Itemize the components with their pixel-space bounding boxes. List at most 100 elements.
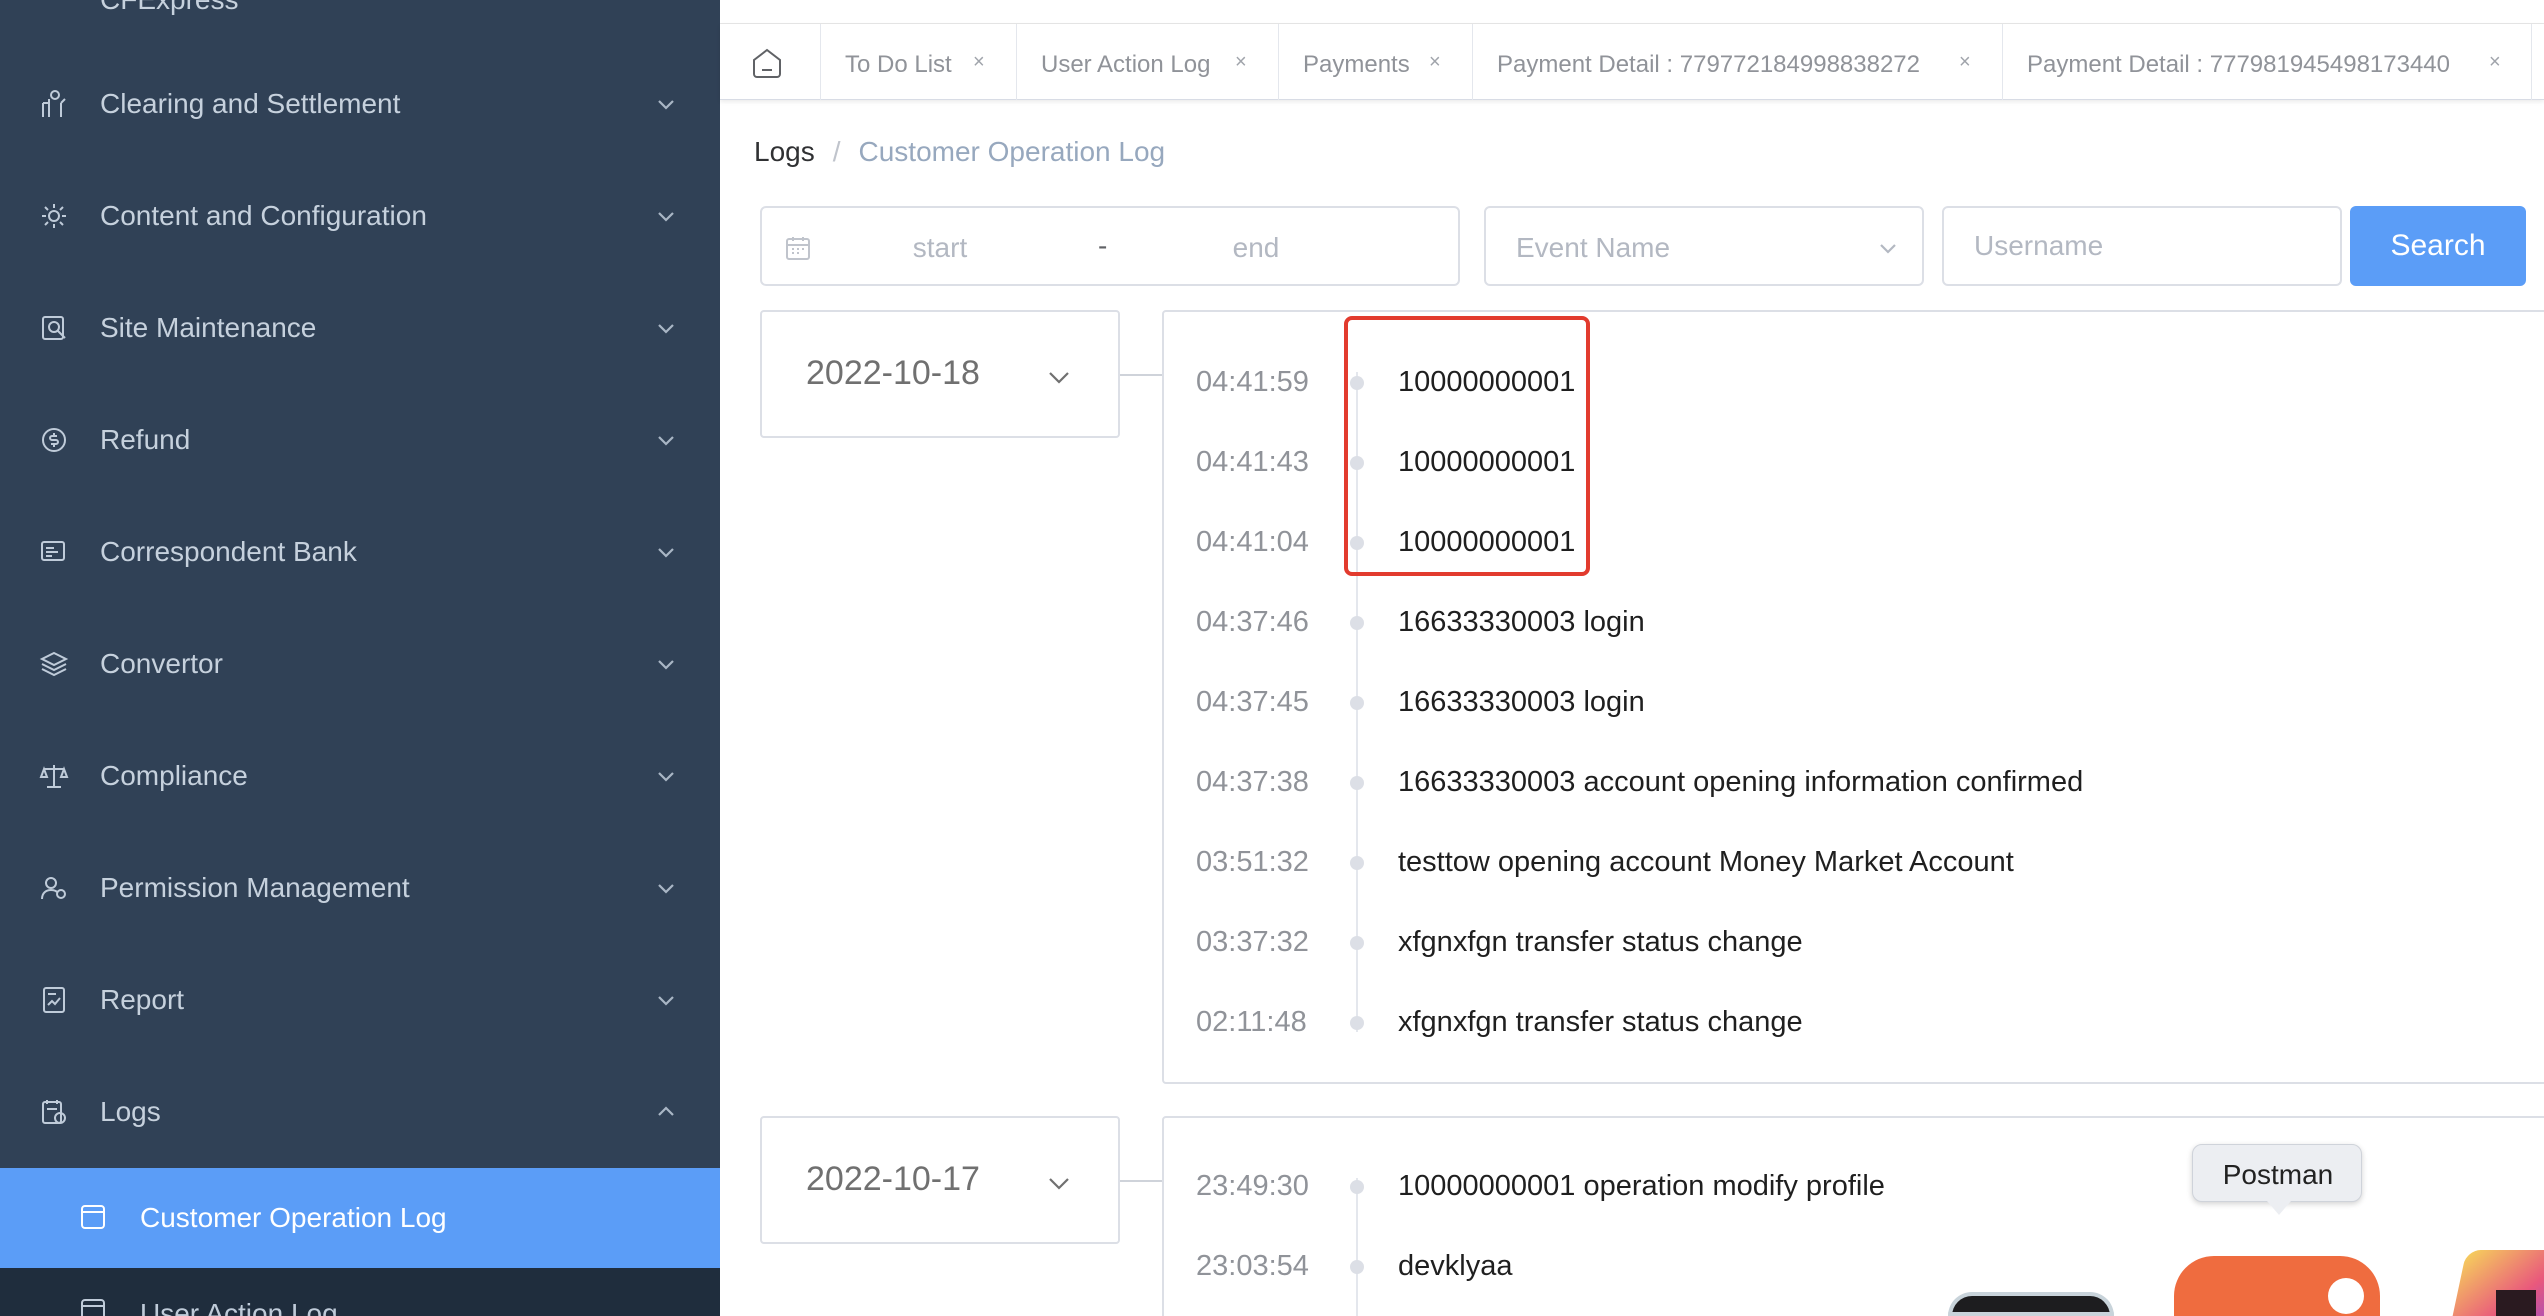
entry-time: 04:41:59 — [1196, 366, 1309, 398]
log-entry: 04:37:46 16633330003 login — [1164, 596, 2544, 646]
entry-text: 10000000001 operation modify profile — [1398, 1170, 1885, 1202]
close-icon[interactable]: × — [973, 51, 985, 74]
entry-time: 02:11:48 — [1196, 1006, 1307, 1038]
entry-time: 23:49:30 — [1196, 1170, 1309, 1202]
timeline-dot — [1350, 376, 1364, 390]
tab-to-do-list[interactable]: To Do List × — [820, 24, 1016, 100]
sidebar-item-refund[interactable]: Refund — [0, 384, 720, 496]
range-separator: - — [1098, 230, 1108, 261]
tab-user-action-log[interactable]: User Action Log × — [1016, 24, 1278, 100]
home-tab[interactable] — [720, 24, 820, 100]
breadcrumb-separator: / — [832, 136, 841, 167]
tab-label: To Do List — [845, 51, 952, 78]
sidebar-subitem-customer-operation-log[interactable]: Customer Operation Log — [0, 1168, 720, 1268]
timeline-dot — [1350, 856, 1364, 870]
main-content: To Do List × User Action Log × Payments … — [720, 0, 2544, 1316]
sidebar-item-site-maintenance[interactable]: Site Maintenance — [0, 272, 720, 384]
timeline-dot — [1350, 1260, 1364, 1274]
sidebar-item-label: Report — [100, 984, 185, 1015]
bank-icon — [38, 536, 70, 568]
username-input[interactable] — [1942, 206, 2342, 286]
sidebar-item-convertor[interactable]: Convertor — [0, 608, 720, 720]
log-entry: 04:37:38 16633330003 account opening info… — [1164, 756, 2544, 806]
group-connector — [1120, 374, 1164, 376]
sidebar-item-clearing[interactable]: Clearing and Settlement — [0, 48, 720, 160]
sidebar-item-label: Convertor — [100, 648, 223, 679]
permission-icon — [38, 872, 70, 904]
group-date: 2022-10-18 — [806, 354, 980, 392]
sidebar-subitem-user-action-log[interactable]: User Action Log — [0, 1268, 720, 1316]
sidebar-item-label: Refund — [100, 424, 191, 455]
chevron-down-icon — [654, 204, 678, 228]
breadcrumb-root[interactable]: Logs — [754, 136, 815, 167]
calendar-icon — [784, 234, 812, 262]
search-button[interactable]: Search — [2350, 206, 2526, 286]
chevron-down-icon — [654, 988, 678, 1012]
sidebar-item-label: Site Maintenance — [100, 312, 317, 343]
log-entries-panel: 04:41:59 10000000001 04:41:43 10000000001 … — [1162, 310, 2544, 1084]
date-group-toggle[interactable]: 2022-10-17 — [760, 1116, 1120, 1244]
breadcrumb: Logs / Customer Operation Log — [754, 136, 1165, 168]
close-icon[interactable]: × — [2489, 51, 2501, 74]
entry-text: 10000000001 — [1398, 446, 1576, 478]
scale-icon — [38, 760, 70, 792]
sidebar-item-content[interactable]: Content and Configuration — [0, 160, 720, 272]
timeline-dot — [1350, 1016, 1364, 1030]
group-connector — [1120, 1180, 1164, 1182]
tab-payments[interactable]: Payments × — [1278, 24, 1472, 100]
entry-text: 16633330003 account opening information … — [1398, 766, 2084, 798]
navbar-edge — [720, 0, 2544, 24]
log-entry: 04:37:45 16633330003 login — [1164, 676, 2544, 726]
sidebar-item-label: Correspondent Bank — [100, 536, 357, 567]
refund-icon — [38, 424, 70, 456]
gear-icon — [38, 200, 70, 232]
timeline-dot — [1350, 616, 1364, 630]
tab-label: Payments — [1303, 51, 1410, 78]
log-entry: 04:41:59 10000000001 — [1164, 356, 2544, 406]
chevron-down-icon — [654, 92, 678, 116]
entry-time: 04:41:43 — [1196, 446, 1309, 478]
entry-text: devklyaa — [1398, 1250, 1513, 1282]
sidebar-item-permission[interactable]: Permission Management — [0, 832, 720, 944]
date-group-toggle[interactable]: 2022-10-18 — [760, 310, 1120, 438]
entry-time: 04:41:04 — [1196, 526, 1309, 558]
entry-time: 04:37:38 — [1196, 766, 1309, 798]
chevron-down-icon — [654, 540, 678, 564]
timeline-dot — [1350, 536, 1364, 550]
chevron-up-icon — [654, 1100, 678, 1124]
close-icon[interactable]: × — [1959, 51, 1971, 74]
postman-app-icon[interactable] — [2174, 1256, 2380, 1316]
close-icon[interactable]: × — [1235, 51, 1247, 74]
group-date: 2022-10-17 — [806, 1160, 980, 1198]
sidebar-item-partial[interactable]: CFExpress — [0, 0, 720, 15]
tab-payment-detail-1[interactable]: Payment Detail : 779772184998838272 × — [1472, 24, 2002, 100]
sidebar-item-label: Content and Configuration — [100, 200, 427, 231]
tab-payment-detail-2[interactable]: Payment Detail : 777981945498173440 × — [2002, 24, 2532, 100]
logs-icon — [38, 1096, 70, 1128]
tab-label: Payment Detail : 779772184998838272 — [1497, 51, 1920, 78]
event-name-placeholder: Event Name — [1516, 232, 1671, 263]
log-entry: 04:41:43 10000000001 — [1164, 436, 2544, 486]
start-date-input[interactable]: start — [842, 232, 1038, 264]
event-name-select[interactable]: Event Name — [1484, 206, 1924, 286]
dock-app-icon[interactable] — [1948, 1292, 2114, 1316]
chevron-down-icon — [654, 428, 678, 452]
entry-text: xfgnxfgn transfer status change — [1398, 1006, 1803, 1038]
date-range-picker[interactable]: start - end — [760, 206, 1460, 286]
sidebar-item-correspondent-bank[interactable]: Correspondent Bank — [0, 496, 720, 608]
entry-time: 04:37:45 — [1196, 686, 1309, 718]
postman-logo-icon — [2328, 1278, 2364, 1314]
log-entry: 04:41:04 10000000001 — [1164, 516, 2544, 566]
sidebar-item-compliance[interactable]: Compliance — [0, 720, 720, 832]
entry-time: 23:03:54 — [1196, 1250, 1309, 1282]
sidebar-item-logs[interactable]: Logs — [0, 1056, 720, 1168]
end-date-input[interactable]: end — [1158, 232, 1354, 264]
chevron-down-icon — [1044, 362, 1074, 392]
dock-app-icon[interactable] — [2436, 1250, 2544, 1316]
entry-text: 16633330003 login — [1398, 686, 1645, 718]
sidebar-subitem-label: Customer Operation Log — [140, 1202, 447, 1233]
close-icon[interactable]: × — [1429, 51, 1441, 74]
sidebar-item-report[interactable]: Report — [0, 944, 720, 1056]
tooltip-arrow — [2267, 1201, 2291, 1215]
sidebar-subitem-label: User Action Log — [140, 1298, 338, 1316]
